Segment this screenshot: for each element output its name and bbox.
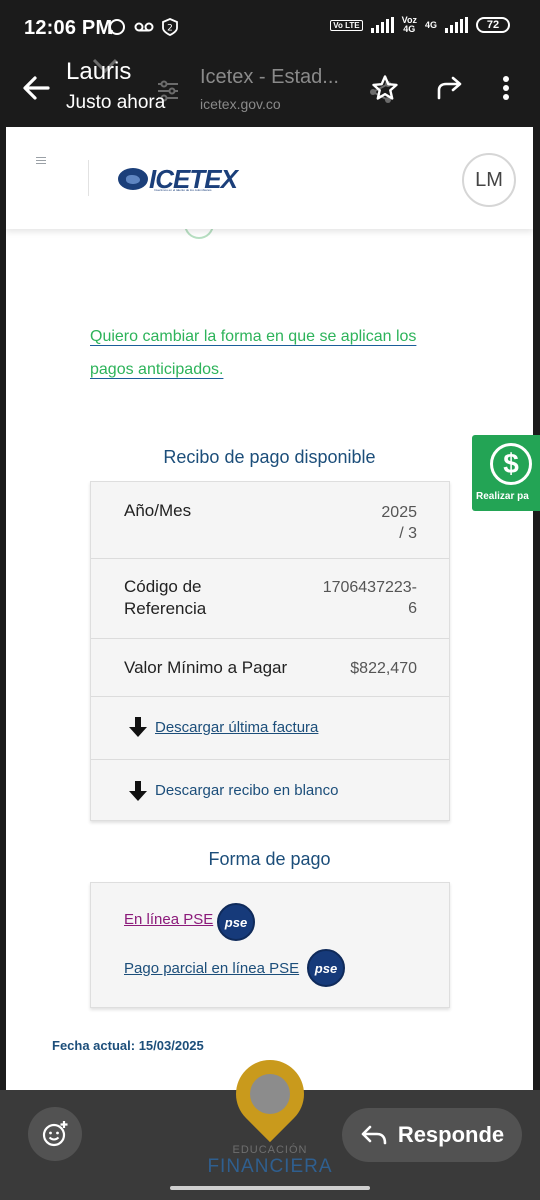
header-divider [88,160,89,196]
payment-section-title: Forma de pago [208,849,331,869]
page-title: Icetex - Estad... [200,66,339,88]
battery-indicator: 72 [476,17,510,33]
arrow-down-icon [129,781,147,801]
hamburger-menu-icon[interactable] [36,157,46,166]
home-indicator[interactable] [170,1186,370,1190]
icetex-logo[interactable]: ICETEX Invertimos en el talento de los c… [118,165,252,193]
year-month-value: 2025/ 3 [381,504,417,542]
notification-count-icon: 2 [162,18,178,36]
piggy-bank-icon [250,1074,290,1114]
download-last-invoice-row[interactable]: Descargar última factura [91,697,449,760]
globe-icon [118,168,148,190]
star-button[interactable] [367,70,403,106]
web-page-screenshot: ICETEX Invertimos en el talento de los c… [6,127,533,1090]
reference-value: 1706437223- 6 [322,579,417,617]
volte-indicator: Vo LTE [330,19,363,31]
user-avatar[interactable]: LM [462,153,516,207]
contact-status: Justo ahora [66,92,166,113]
signal-icon [370,17,394,33]
emoji-reaction-button[interactable] [28,1107,82,1161]
current-date: Fecha actual: 15/03/2025 [52,1038,204,1053]
make-payment-label: Realizar pa [476,491,529,502]
edu-logo-big: FINANCIERA [207,1156,333,1177]
download-last-invoice-link[interactable]: Descargar última factura [155,719,318,736]
forward-icon [437,76,462,100]
logo-tagline: Invertimos en el talento de los colombia… [154,188,212,192]
whatsapp-icon [109,19,125,35]
arrow-down-icon [129,717,147,737]
status-system-icons: Vo LTE Voz 4G 4G 72 [330,16,510,34]
voicemail-icon [134,22,154,32]
edu-logo-small: EDUCACIÓN [232,1144,308,1156]
change-advance-payments-link[interactable]: Quiero cambiar la forma en que se aplica… [90,320,450,386]
reference-label: Código de Referencia [124,577,207,618]
year-month-label: Año/Mes [124,501,192,520]
online-pse-link[interactable]: En línea PSE [124,911,213,928]
educacion-financiera-logo: EDUCACIÓN FINANCIERA [200,1045,340,1180]
back-arrow-icon[interactable] [18,70,54,106]
reply-button[interactable]: Responde [342,1108,522,1162]
network-type-2: Voz 4G [401,15,417,34]
more-options-button[interactable] [488,70,524,106]
year-month-row: Año/Mes 2025/ 3 [91,482,449,559]
signal-icon-2 [445,17,468,33]
status-bar: 12:06 PM 2 Vo LTE Voz 4G 4G 72 [0,0,540,56]
payment-card: En línea PSE pse Pago parcial en línea P… [90,882,450,1008]
chat-app-bar: Lauris Justo ahora Icetex - Estad... ice… [0,56,540,126]
min-value-row: Valor Mínimo a Pagar $822,470 [91,639,449,697]
star-icon [372,75,398,100]
reply-arrow-icon [361,1125,387,1145]
page-domain: icetex.gov.co [200,96,281,112]
status-time: 12:06 PM [24,17,113,39]
min-value-label: Valor Mínimo a Pagar [124,658,288,677]
forward-button[interactable] [432,70,468,106]
receipt-section-title: Recibo de pago disponible [163,447,376,467]
contact-name[interactable]: Lauris [66,58,131,86]
download-blank-receipt-row[interactable]: Descargar recibo en blanco [91,760,449,822]
download-blank-receipt-link[interactable]: Descargar recibo en blanco [155,782,338,799]
dollar-icon: $ [490,443,532,485]
pse-logo-icon: pse [217,903,255,941]
more-vertical-icon [503,76,509,100]
reply-label: Responde [397,1122,505,1147]
emoji-add-icon [42,1121,68,1147]
make-payment-button[interactable]: $ Realizar pa [472,435,540,511]
reference-row: Código de Referencia 1706437223- 6 [91,559,449,639]
pse-logo-icon: pse [307,949,345,987]
partial-pse-link[interactable]: Pago parcial en línea PSE [124,960,299,977]
min-value-amount: $822,470 [350,660,417,677]
network-type-3: 4G [424,19,437,30]
svg-text:2: 2 [167,24,173,34]
receipt-card: Año/Mes 2025/ 3 Código de Referencia 1706… [90,481,450,821]
site-header: ICETEX Invertimos en el talento de los c… [6,127,533,229]
status-notification-icons: 2 [108,18,178,36]
